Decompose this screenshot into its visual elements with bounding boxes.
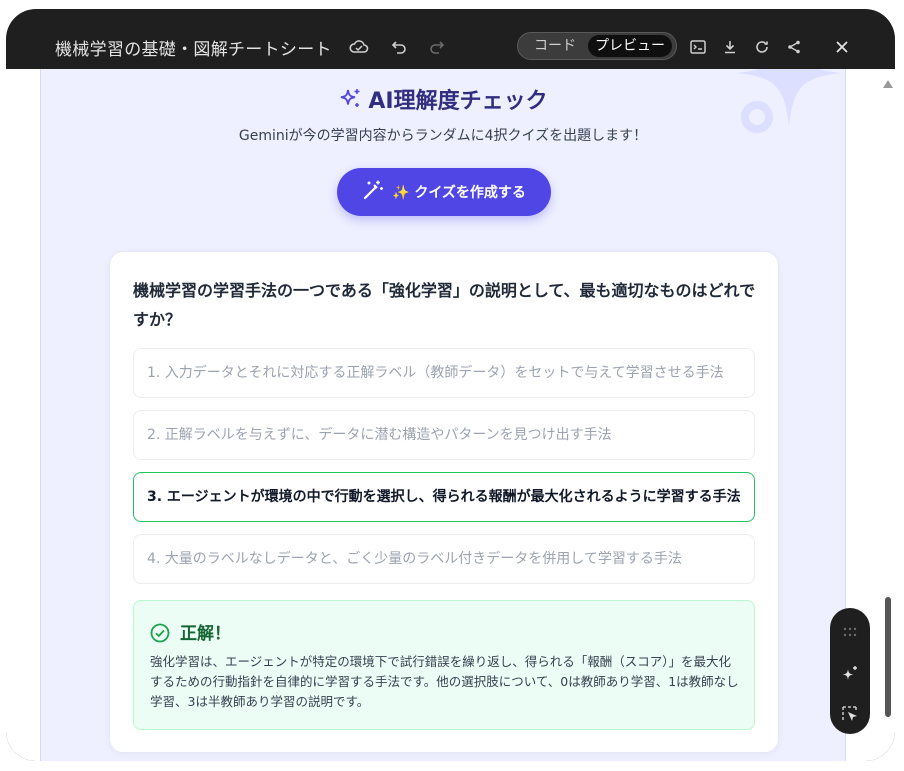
titlebar: 機械学習の基礎・図解チートシート コード プレビュー [6,9,895,69]
quiz-option-1[interactable]: 1. 入力データとそれに対応する正解ラベル（教師データ）をセットで与えて学習させ… [133,348,755,398]
floating-toolbar [830,608,870,734]
quiz-option-4[interactable]: 4. 大量のラベルなしデータと、ごく少量のラベル付きデータを併用して学習する手法 [133,534,755,584]
redo-icon[interactable] [425,35,449,59]
scroll-up-arrow-icon[interactable] [883,73,893,92]
close-icon[interactable] [830,35,854,59]
cloud-icon[interactable] [347,35,371,59]
result-explanation: 強化学習は、エージェントが特定の環境下で試行錯誤を繰り返し、得られる「報酬（スコ… [150,654,739,709]
result-title: 正解！ [180,624,231,644]
quiz-option-3-correct[interactable]: 3. エージェントが環境の中で行動を選択し、得られる報酬が最大化されるように学習… [133,472,755,522]
undo-icon[interactable] [387,35,411,59]
quiz-panel: AI理解度チェック Geminiが今の学習内容からランダムに4択クイズを出題しま… [40,69,846,761]
tab-code[interactable]: コード [524,35,586,57]
select-element-icon[interactable] [840,704,860,724]
download-icon[interactable] [718,35,742,59]
sparkles-icon [338,87,362,117]
quiz-question: 機械学習の学習手法の一つである「強化学習」の説明として、最も適切なものはどれです… [133,281,756,329]
vertical-scrollbar[interactable] [881,69,895,761]
terminal-icon[interactable] [686,35,710,59]
ai-sparkle-icon[interactable] [840,664,860,684]
share-icon[interactable] [782,35,806,59]
tab-preview[interactable]: プレビュー [588,35,672,57]
create-quiz-button[interactable]: ✨ クイズを作成する [337,168,551,216]
create-quiz-label: ✨ クイズを作成する [392,185,526,201]
answer-result: 正解！ 強化学習は、エージェントが特定の環境下で試行錯誤を繰り返し、得られる「報… [133,600,755,730]
magic-wand-icon [362,179,384,205]
quiz-option-2[interactable]: 2. 正解ラベルを与えずに、データに潜む構造やパターンを見つけ出す手法 [133,410,755,460]
quiz-subtitle: Geminiが今の学習内容からランダムに4択クイズを出題します！ [238,128,648,144]
quiz-heading: AI理解度チェック [41,83,845,117]
window-title: 機械学習の基礎・図解チートシート [55,40,332,60]
drag-handle-icon[interactable] [840,622,860,642]
quiz-heading-text: AI理解度チェック [368,89,548,114]
preview-area: AI理解度チェック Geminiが今の学習内容からランダムに4択クイズを出題しま… [6,69,895,761]
scrollbar-thumb[interactable] [885,597,891,717]
refresh-icon[interactable] [750,35,774,59]
check-circle-icon [150,623,170,647]
quiz-card: 機械学習の学習手法の一つである「強化学習」の説明として、最も適切なものはどれです… [109,251,779,753]
app-window: 機械学習の基礎・図解チートシート コード プレビュー AI理解度チェック Gem… [6,9,895,761]
view-toggle: コード プレビュー [517,32,677,60]
